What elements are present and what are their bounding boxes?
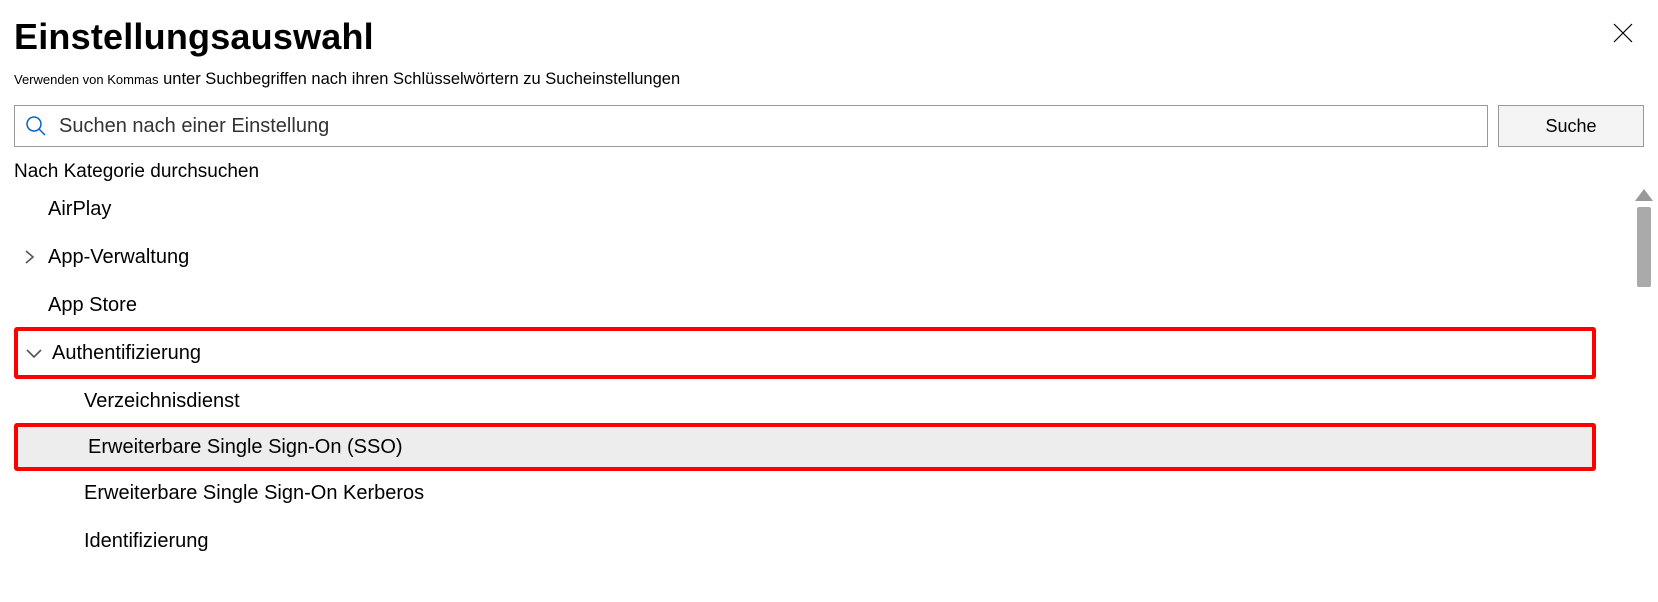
category-label: AirPlay <box>48 198 111 221</box>
category-airplay[interactable]: AirPlay <box>0 185 1620 233</box>
category-app-store[interactable]: App Store <box>0 281 1620 329</box>
scroll-up-icon[interactable] <box>1635 189 1653 201</box>
auth-item-sso-extensible[interactable]: Erweiterbare Single Sign-On (SSO) <box>18 427 1592 467</box>
item-label: Identifizierung <box>84 530 209 553</box>
category-authentication[interactable]: Authentifizierung <box>18 331 1592 375</box>
auth-item-directory-service[interactable]: Verzeichnisdienst <box>0 377 1620 425</box>
item-label: Erweiterbare Single Sign-On (SSO) <box>88 436 403 459</box>
browse-label: Nach Kategorie durchsuchen <box>14 161 1644 183</box>
panel-subtitle: Verwenden von Kommas unter Suchbegriffen… <box>14 70 1644 89</box>
search-button[interactable]: Suche <box>1498 105 1644 147</box>
category-label: Authentifizierung <box>52 342 201 365</box>
search-icon <box>25 115 47 137</box>
auth-item-sso-kerberos[interactable]: Erweiterbare Single Sign-On Kerberos <box>0 469 1620 517</box>
close-icon[interactable] <box>1612 16 1644 48</box>
auth-item-identification[interactable]: Identifizierung <box>0 517 1620 565</box>
chevron-down-icon <box>26 346 42 360</box>
search-box[interactable] <box>14 105 1488 147</box>
item-label: Verzeichnisdienst <box>84 390 240 413</box>
chevron-right-icon <box>22 250 36 264</box>
category-app-management[interactable]: App-Verwaltung <box>0 233 1620 281</box>
panel-title: Einstellungsauswahl <box>14 16 374 58</box>
scrollbar[interactable] <box>1634 189 1654 565</box>
category-label: App-Verwaltung <box>48 246 189 269</box>
item-label: Erweiterbare Single Sign-On Kerberos <box>84 482 424 505</box>
category-label: App Store <box>48 294 137 317</box>
highlight-sso-extensible: Erweiterbare Single Sign-On (SSO) <box>14 423 1596 471</box>
scroll-thumb[interactable] <box>1637 207 1651 287</box>
highlight-authentication: Authentifizierung <box>14 327 1596 379</box>
search-input[interactable] <box>57 114 1477 139</box>
